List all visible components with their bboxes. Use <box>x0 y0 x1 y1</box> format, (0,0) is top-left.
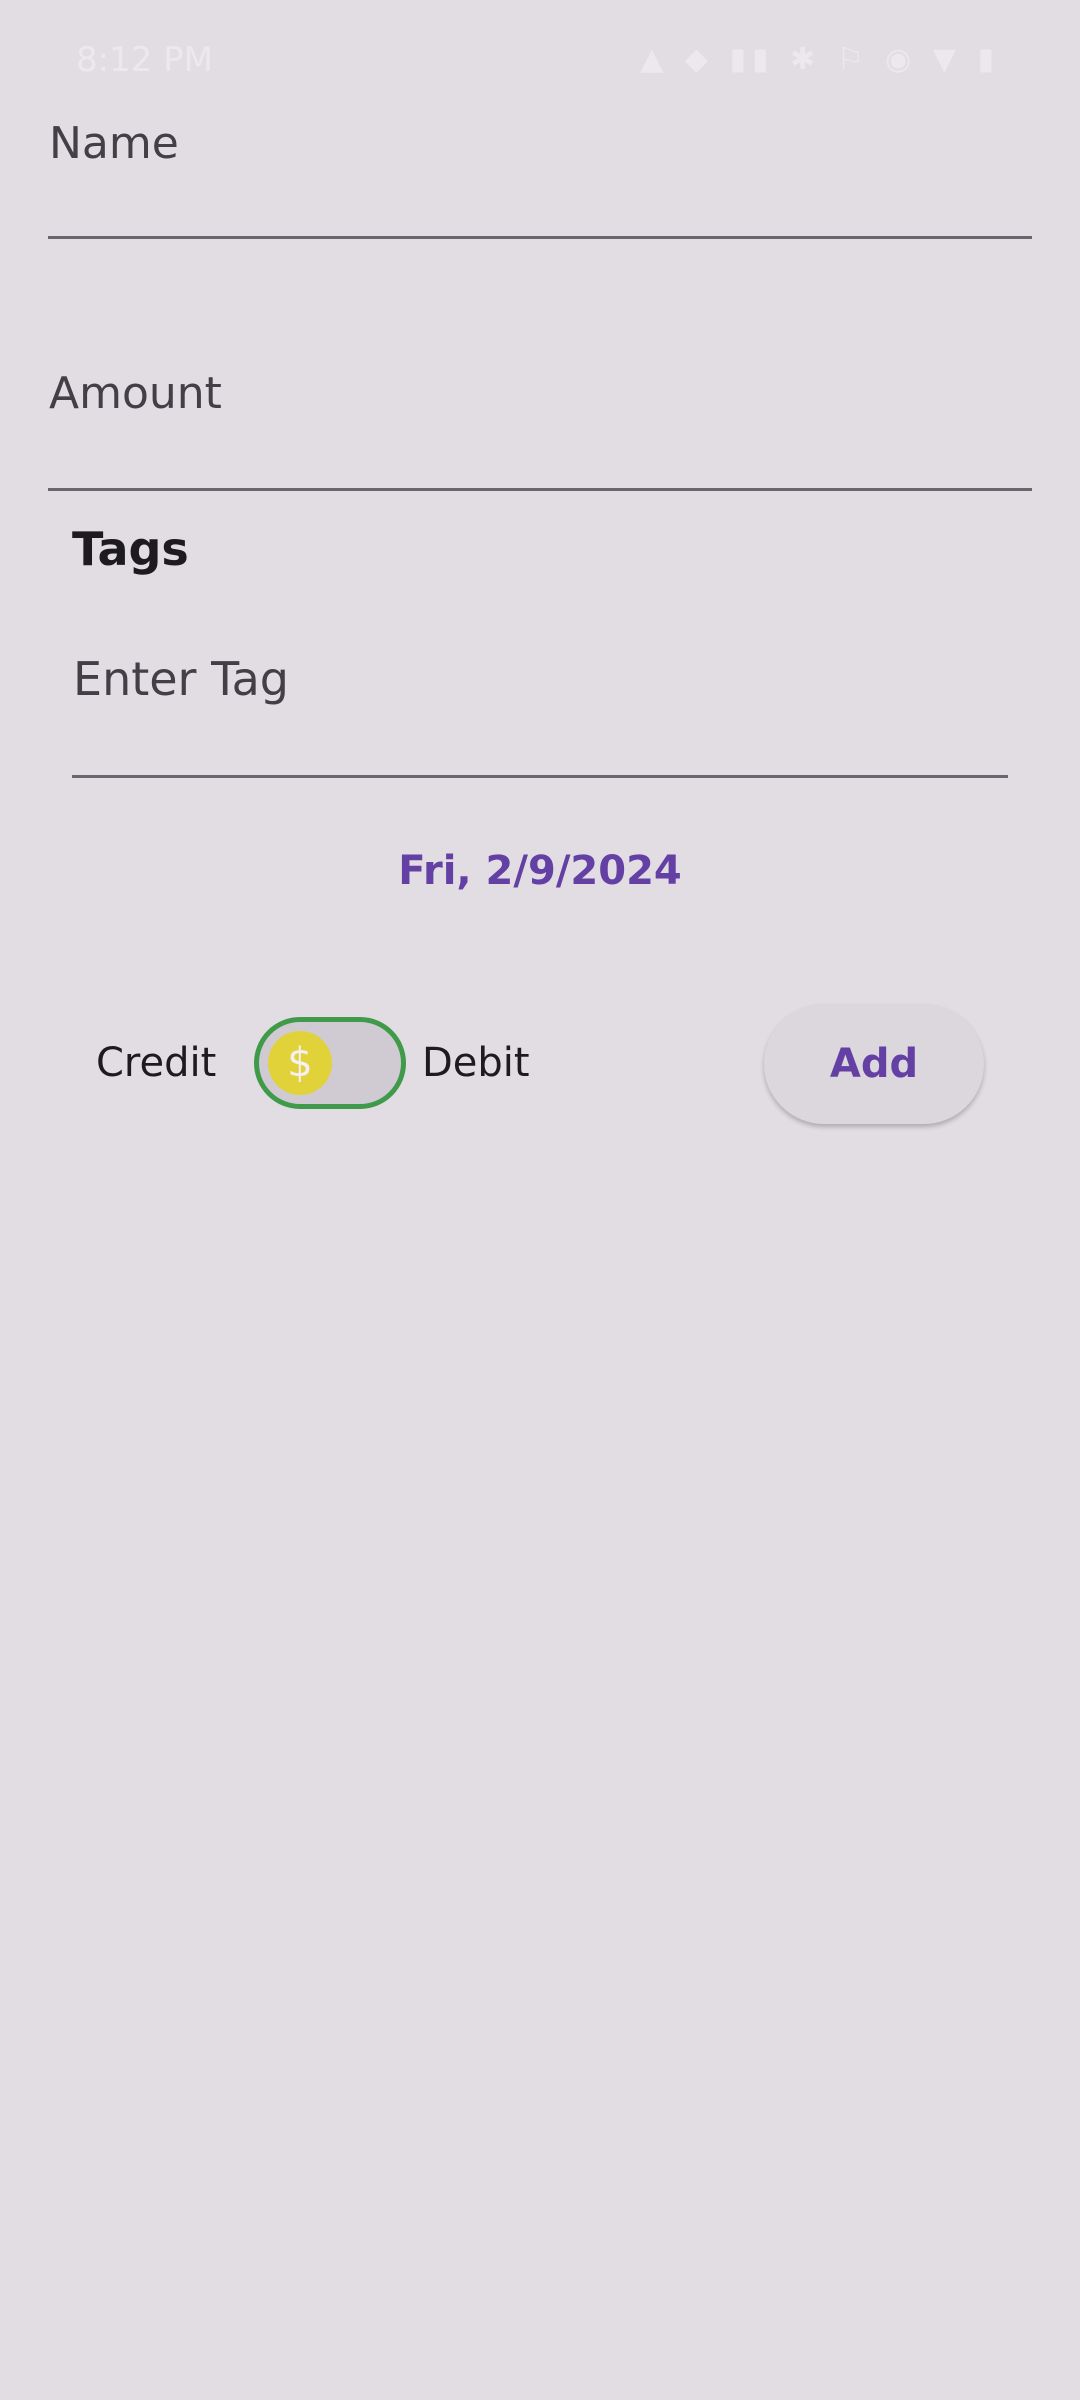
amount-field-underline <box>48 488 1032 491</box>
name-field-underline <box>48 236 1032 239</box>
amount-field[interactable]: Amount <box>48 350 1032 494</box>
name-field[interactable]: Name <box>48 100 1032 242</box>
add-button[interactable]: Add <box>764 1004 984 1124</box>
status-bar: 8:12 PM ▲ ◆ ▮▮ ✱ ⚐ ◉ ▼ ▮ <box>0 0 1080 110</box>
credit-debit-switch[interactable]: $ <box>254 1017 406 1109</box>
status-icons: ▲ ◆ ▮▮ ✱ ⚐ ◉ ▼ ▮ <box>640 42 1000 77</box>
tag-input[interactable]: Enter Tag <box>72 630 1008 780</box>
debit-label: Debit <box>422 1040 530 1086</box>
dollar-icon: $ <box>268 1031 332 1095</box>
tag-input-placeholder: Enter Tag <box>73 652 289 706</box>
tags-heading: Tags <box>72 522 189 576</box>
date-picker-button[interactable]: Fri, 2/9/2024 <box>0 848 1080 894</box>
tag-input-underline <box>72 775 1008 778</box>
status-time: 8:12 PM <box>76 40 213 80</box>
amount-field-label: Amount <box>49 368 222 419</box>
name-field-label: Name <box>49 118 179 169</box>
credit-label: Credit <box>96 1040 217 1086</box>
